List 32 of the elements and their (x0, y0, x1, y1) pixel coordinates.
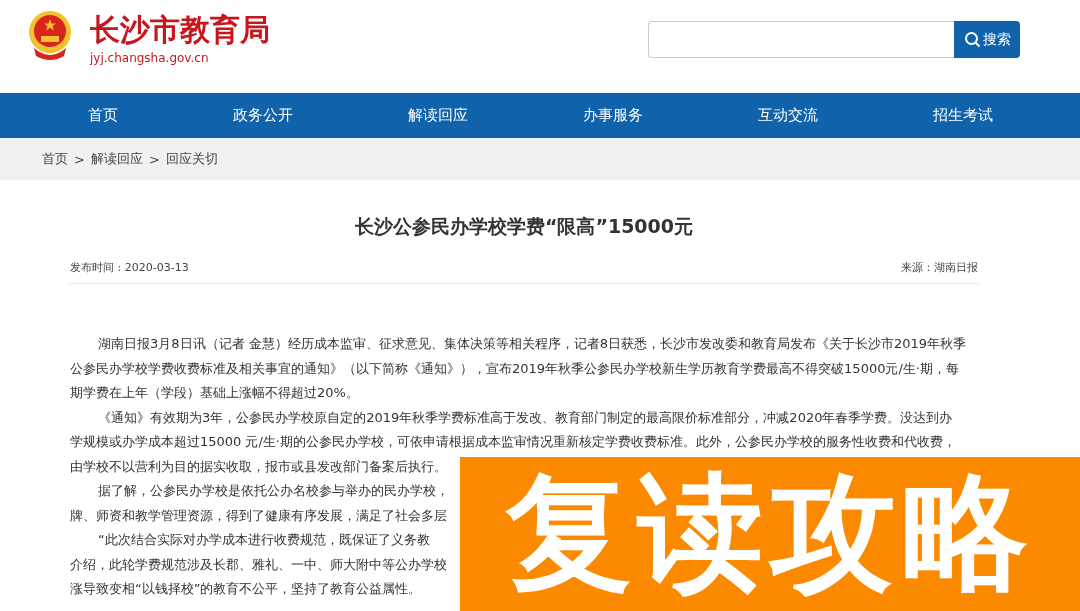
nav-link[interactable]: 招生考试 (932, 106, 993, 125)
emblem-icon (28, 10, 72, 62)
article-text-line: 公参民办学校学费收费标准及相关事宜的通知》（以下简称《通知》），宣布2019年秋季公参民办学校新生学历教育学费最高不得突破15000元/生·期，每 (70, 359, 959, 378)
article-text-line: 据了解，公参民办学校是依托公办名校参与举办的民办学校， (97, 482, 449, 500)
breadcrumb-link[interactable]: 首页 (42, 150, 68, 168)
article-source: 来源：湖南日报 (901, 260, 978, 275)
article-text-line: 湖南日报3月8日讯（记者 金慧）经历成本监审、征求意见、集体决策等相关程序，记者8日获悉，长沙市发改委和教育局发布《关于长沙市2019年秋季 (97, 335, 967, 353)
breadcrumb-link[interactable]: 回应关切 (165, 150, 218, 168)
nav-link[interactable]: 政务公开 (232, 106, 293, 125)
site-domain: jyj.changsha.gov.cn (90, 51, 210, 65)
article-text-line: 学规模或办学成本超过15000 元/生·期的公参民办学校，可依申请根据成本监审情况重新核定学费收费标准。此外，公参民办学校的服务性收费和代收费， (70, 433, 956, 451)
article-text-line: 介绍，此轮学费规范涉及长郡、雅礼、一中、师大附中等公办学校 (70, 555, 447, 574)
nav-link[interactable]: 互动交流 (757, 106, 818, 125)
nav-link[interactable]: 解读回应 (407, 106, 468, 125)
site-title: 长沙市教育局 (90, 11, 270, 49)
article-text-line: 期学费在上年（学段）基础上涨幅不得超过20%。 (70, 384, 359, 402)
breadcrumb-separator: > (148, 151, 160, 167)
article-text-line: 涨导致变相“以钱择校”的教育不公平，坚持了教育公益属性。 (70, 580, 422, 598)
breadcrumb-separator: > (74, 151, 85, 167)
article-text-line: 由学校不以营利为目的据实收取，报市或县发改部门备案后执行。 (70, 457, 447, 476)
search-field[interactable] (648, 21, 954, 58)
article-title: 长沙公参民办学校学费“限高”15000元 (353, 214, 695, 239)
search-button[interactable]: 搜索 (954, 21, 1020, 58)
article-text-line: 《通知》有效期为3年，公参民办学校原自定的2019年秋季学费标准高于发改、教育部门制定的最高限价标准部分，冲减2020年春季学费。没达到办 (97, 408, 953, 427)
article-text-line: “此次结合实际对办学成本进行收费规范，既保证了义务教 (97, 531, 430, 549)
article-text-line: 牌、师资和教学管理资源，得到了健康有序发展，满足了社会多层 (70, 506, 447, 525)
nav-link[interactable]: 首页 (87, 106, 118, 125)
breadcrumb-link[interactable]: 解读回应 (90, 150, 143, 168)
overlay-banner: 复读攻略 (460, 457, 1080, 611)
nav-link[interactable]: 办事服务 (582, 106, 643, 125)
publish-date: 发布时间 : 2020-03-13 (70, 260, 189, 275)
search-icon (963, 31, 981, 48)
